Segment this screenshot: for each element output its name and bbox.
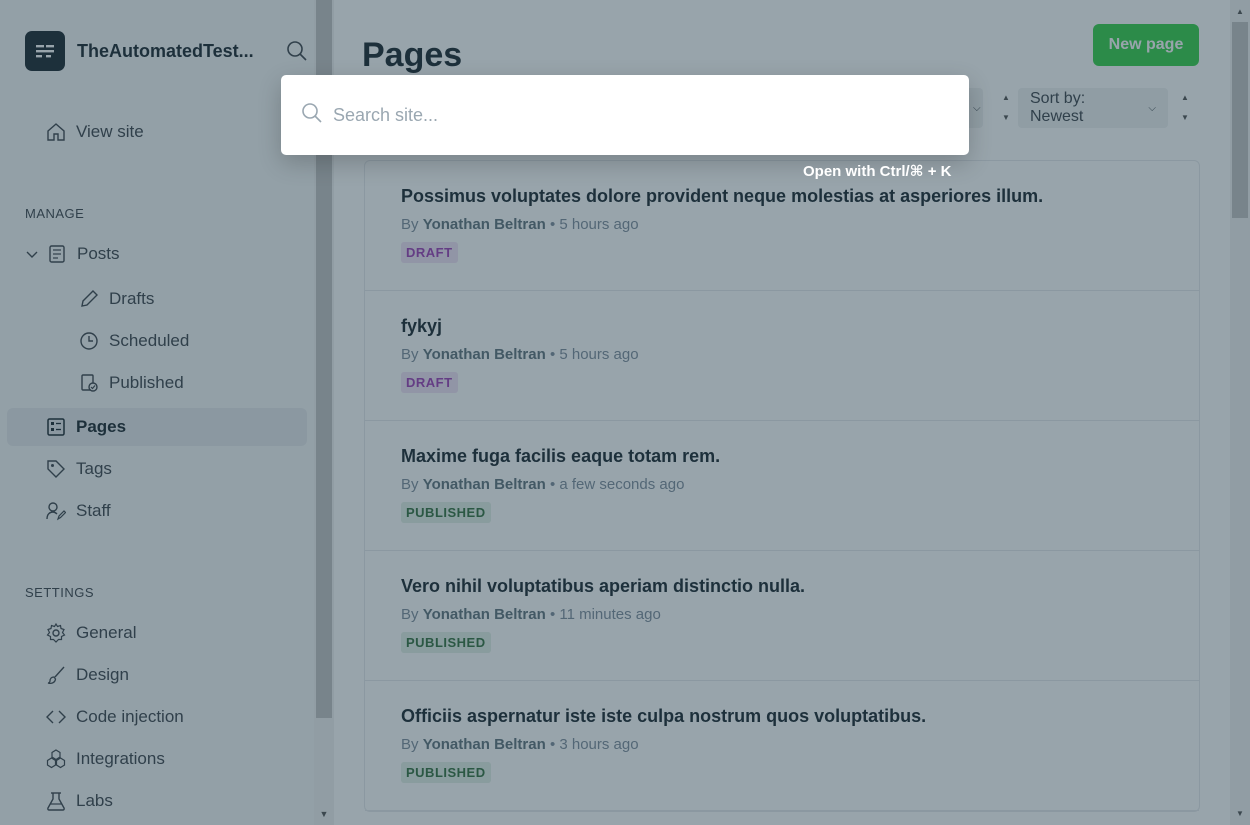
search-modal bbox=[281, 75, 969, 155]
shortcut-hint: Open with Ctrl/⌘ + K bbox=[803, 163, 952, 180]
search-icon bbox=[301, 102, 323, 129]
search-input[interactable] bbox=[333, 104, 933, 126]
